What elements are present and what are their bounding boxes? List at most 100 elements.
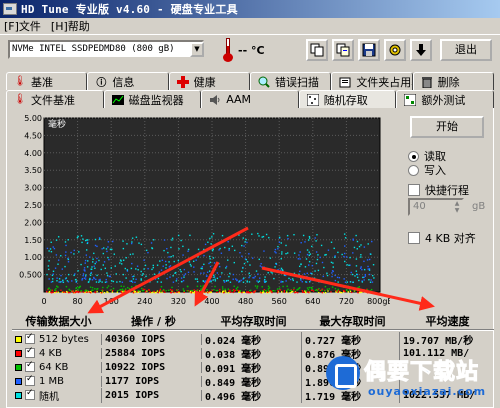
quick-path-checkbox[interactable]: 快捷行程 (408, 182, 469, 198)
data-point (242, 237, 244, 239)
data-point (361, 291, 363, 293)
data-point (196, 278, 198, 280)
spin-arrows-icon[interactable]: ▲ ▼ (452, 200, 462, 214)
download-button[interactable] (410, 39, 432, 61)
data-point (93, 252, 95, 255)
data-point (337, 288, 339, 291)
tab-error-scan[interactable]: 错误扫描 (249, 72, 332, 90)
save-button[interactable] (358, 39, 380, 61)
data-point (164, 291, 166, 294)
data-point (276, 291, 279, 294)
row-checkbox[interactable] (25, 374, 35, 386)
tab-file-benchmark[interactable]: 🌡 文件基准 (6, 90, 104, 108)
row-checkbox[interactable] (25, 332, 35, 344)
data-point (215, 264, 217, 266)
data-point (224, 288, 226, 291)
data-point (125, 277, 127, 279)
data-point (277, 271, 279, 273)
data-point (206, 271, 209, 273)
data-point (67, 273, 70, 276)
data-point (249, 264, 251, 266)
tab-aam[interactable]: AAM (201, 90, 299, 108)
data-point (308, 286, 311, 289)
data-point (368, 258, 371, 261)
menu-file[interactable]: [F]文件 (4, 18, 41, 34)
chevron-down-icon[interactable]: ▼ (190, 42, 204, 57)
data-point (283, 290, 286, 292)
data-point (143, 268, 145, 270)
data-point (84, 262, 86, 264)
tab-random-access[interactable]: 随机存取 (298, 90, 397, 108)
data-point (126, 243, 128, 245)
data-point (332, 266, 334, 268)
data-point (331, 272, 333, 274)
data-point (124, 288, 127, 290)
copy-all-button[interactable] (332, 39, 354, 61)
tab-extra-tests[interactable]: 额外测试 (396, 90, 494, 108)
data-point (367, 243, 369, 245)
align-4kb-checkbox[interactable]: 4 KB 对齐 (408, 230, 476, 246)
write-radio[interactable]: 写入 (408, 162, 446, 178)
data-point (81, 241, 83, 244)
data-point (344, 290, 346, 293)
data-point (286, 234, 289, 237)
tab-erase[interactable]: 删除 (412, 72, 494, 90)
data-point (162, 265, 164, 267)
data-point (120, 288, 122, 291)
row-ops: 25884 IOPS (102, 347, 202, 359)
data-point (310, 289, 313, 291)
tab-benchmark[interactable]: 🌡 基准 (6, 72, 88, 90)
header-ops: 操作 / 秒 (131, 315, 176, 328)
data-point (55, 239, 58, 241)
data-point (200, 289, 202, 291)
title-bar: HD Tune 专业版 v4.60 - 硬盘专业工具 (0, 0, 500, 18)
data-point (241, 255, 243, 257)
copy-button[interactable] (306, 39, 328, 61)
magnifier-icon (257, 75, 271, 88)
row-checkbox[interactable] (25, 360, 35, 372)
data-point (54, 289, 57, 292)
row-checkbox[interactable] (25, 346, 35, 358)
data-point (317, 254, 319, 256)
row-avg-access: 0.024 毫秒 (202, 331, 302, 347)
data-point (289, 274, 292, 277)
data-point (116, 281, 118, 283)
row-checkbox[interactable] (25, 388, 35, 400)
data-point (100, 291, 103, 294)
tab-label: AAM (226, 93, 252, 106)
data-point (197, 256, 199, 258)
tab-info[interactable]: ⓘ 信息 (87, 72, 169, 90)
tab-folder-usage[interactable]: 文件夹占用率 (331, 72, 413, 90)
start-button[interactable]: 开始 (410, 116, 484, 138)
data-point (196, 285, 199, 288)
data-point (254, 290, 257, 292)
data-point (111, 240, 114, 243)
data-point (271, 291, 273, 294)
options-button[interactable] (384, 39, 406, 61)
data-point (261, 290, 264, 292)
data-point (65, 244, 67, 247)
data-point (124, 289, 127, 292)
data-point (327, 249, 330, 251)
exit-button[interactable]: 退出 (440, 39, 492, 61)
data-point (334, 274, 336, 277)
menu-help[interactable]: [H]帮助 (51, 18, 90, 34)
data-point (210, 279, 212, 282)
data-point (192, 260, 195, 263)
row-ops: 10922 IOPS (102, 361, 202, 373)
x-tick-label: 400 (204, 297, 219, 306)
data-point (243, 277, 245, 279)
data-point (239, 290, 242, 292)
data-point (311, 288, 313, 290)
data-point (358, 279, 360, 282)
data-point (229, 272, 231, 275)
data-point (48, 250, 50, 252)
data-point (104, 281, 107, 283)
tab-health[interactable]: 健康 (168, 72, 250, 90)
data-point (163, 249, 165, 252)
data-point (321, 291, 324, 294)
data-point (222, 290, 225, 292)
drive-select[interactable]: NVMe INTEL SSDPEDMD80 (800 gB) (8, 40, 204, 59)
data-point (259, 265, 262, 267)
tab-disk-monitor[interactable]: 磁盘监视器 (103, 90, 202, 108)
